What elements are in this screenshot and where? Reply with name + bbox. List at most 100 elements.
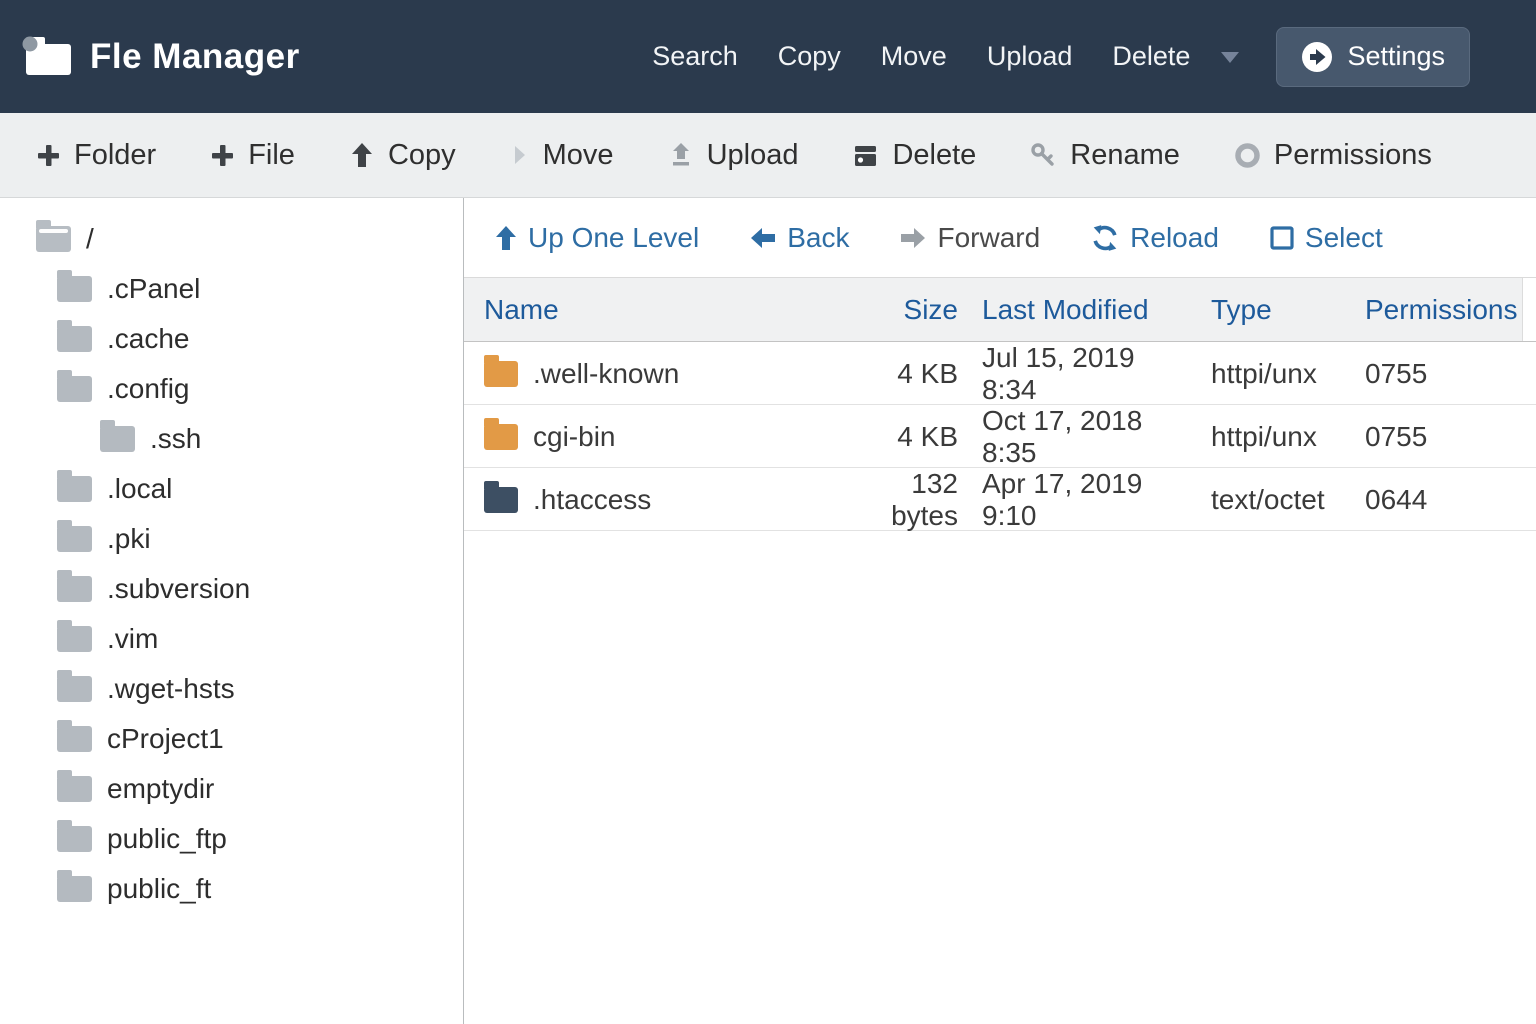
table-row[interactable]: .htaccess 132 bytes Apr 17, 2019 9:10 te… bbox=[464, 468, 1536, 531]
sidebar-item-public-ft[interactable]: public_ft bbox=[0, 864, 463, 914]
sidebar-item-cpanel[interactable]: .cPanel bbox=[0, 264, 463, 314]
reload-button[interactable]: Reload bbox=[1090, 222, 1219, 254]
file-name: cgi-bin bbox=[533, 421, 615, 453]
nav-label: Reload bbox=[1130, 222, 1219, 254]
file-permissions: 0755 bbox=[1365, 358, 1536, 390]
plus-icon bbox=[210, 143, 235, 168]
folder-dark-icon bbox=[484, 487, 518, 513]
arrow-left-icon bbox=[749, 226, 777, 250]
ring-icon bbox=[1234, 142, 1261, 169]
plus-icon bbox=[36, 143, 61, 168]
settings-button[interactable]: Settings bbox=[1276, 27, 1470, 87]
sidebar-item-pki[interactable]: .pki bbox=[0, 514, 463, 564]
file-modified: Apr 17, 2019 9:10 bbox=[982, 468, 1187, 532]
sidebar-item-emptydir[interactable]: emptydir bbox=[0, 764, 463, 814]
folder-icon bbox=[100, 426, 135, 452]
app-logo: Fle Manager bbox=[22, 35, 300, 79]
tree-item-label: .cPanel bbox=[107, 273, 200, 305]
toolbar-move[interactable]: Move bbox=[510, 139, 614, 172]
sidebar-item-subversion[interactable]: .subversion bbox=[0, 564, 463, 614]
menu-delete[interactable]: Delete bbox=[1112, 41, 1190, 72]
up-one-level-button[interactable]: Up One Level bbox=[494, 222, 699, 254]
back-button[interactable]: Back bbox=[749, 222, 849, 254]
file-table: Name Size Last Modified Type Permissions… bbox=[464, 277, 1536, 1024]
key-icon bbox=[1030, 142, 1057, 169]
column-header-type[interactable]: Type bbox=[1211, 294, 1341, 326]
app-title: Fle Manager bbox=[90, 37, 300, 77]
sidebar-item-local[interactable]: .local bbox=[0, 464, 463, 514]
file-size: 132 bytes bbox=[868, 468, 958, 532]
toolbar-upload[interactable]: Upload bbox=[668, 139, 799, 172]
toolbar-new-folder[interactable]: Folder bbox=[36, 139, 156, 172]
file-type: httpi/unx bbox=[1211, 358, 1341, 390]
folder-icon bbox=[57, 776, 92, 802]
tree-item-label: .wget-hsts bbox=[107, 673, 235, 705]
forward-button[interactable]: Forward bbox=[899, 222, 1040, 254]
tree-item-label: .vim bbox=[107, 623, 158, 655]
folder-icon bbox=[57, 326, 92, 352]
toolbar-copy[interactable]: Copy bbox=[349, 139, 456, 172]
folder-icon bbox=[57, 676, 92, 702]
column-header-name[interactable]: Name bbox=[484, 294, 844, 326]
folder-icon bbox=[57, 826, 92, 852]
toolbar-label: Folder bbox=[74, 139, 156, 172]
refresh-icon bbox=[1090, 223, 1120, 253]
sidebar-item-config[interactable]: .config bbox=[0, 364, 463, 414]
sidebar-item-root[interactable]: / bbox=[0, 214, 463, 264]
arrow-up-icon bbox=[349, 141, 375, 169]
menu-move[interactable]: Move bbox=[881, 41, 947, 72]
toolbar-rename[interactable]: Rename bbox=[1030, 139, 1180, 172]
toolbar-label: File bbox=[248, 139, 295, 172]
folder-icon bbox=[57, 376, 92, 402]
folder-tree-sidebar: / .cPanel .cache .config .ssh .local .pk… bbox=[0, 198, 464, 1024]
table-row[interactable]: cgi-bin 4 KB Oct 17, 2018 8:35 httpi/unx… bbox=[464, 405, 1536, 468]
file-manager-logo-icon bbox=[22, 35, 74, 79]
toolbar-permissions[interactable]: Permissions bbox=[1234, 139, 1432, 172]
select-button[interactable]: Select bbox=[1269, 222, 1383, 254]
sidebar-item-cproject1[interactable]: cProject1 bbox=[0, 714, 463, 764]
menu-upload[interactable]: Upload bbox=[987, 41, 1073, 72]
arrow-up-icon bbox=[494, 224, 518, 252]
nav-label: Select bbox=[1305, 222, 1383, 254]
settings-icon bbox=[1301, 41, 1333, 73]
file-name: .well-known bbox=[533, 358, 679, 390]
tree-item-label: .subversion bbox=[107, 573, 250, 605]
chevron-right-icon bbox=[510, 141, 530, 169]
sidebar-item-ssh[interactable]: .ssh bbox=[0, 414, 463, 464]
tree-item-label: / bbox=[86, 223, 94, 255]
file-size: 4 KB bbox=[868, 358, 958, 390]
sidebar-item-public-ftp[interactable]: public_ftp bbox=[0, 814, 463, 864]
settings-label: Settings bbox=[1347, 41, 1445, 72]
tree-item-label: emptydir bbox=[107, 773, 214, 805]
menu-search[interactable]: Search bbox=[652, 41, 738, 72]
file-permissions: 0755 bbox=[1365, 421, 1536, 453]
folder-icon bbox=[57, 526, 92, 552]
toolbar-new-file[interactable]: File bbox=[210, 139, 295, 172]
sidebar-item-cache[interactable]: .cache bbox=[0, 314, 463, 364]
column-header-size[interactable]: Size bbox=[868, 294, 958, 326]
folder-orange-icon bbox=[484, 424, 518, 450]
column-header-permissions[interactable]: Permissions bbox=[1365, 294, 1536, 326]
file-name: .htaccess bbox=[533, 484, 651, 516]
sidebar-item-wget-hsts[interactable]: .wget-hsts bbox=[0, 664, 463, 714]
tree-item-label: .local bbox=[107, 473, 172, 505]
nav-label: Back bbox=[787, 222, 849, 254]
column-header-last-modified[interactable]: Last Modified bbox=[982, 294, 1187, 326]
toolbar-delete[interactable]: Delete bbox=[852, 139, 976, 172]
arrow-right-icon bbox=[899, 226, 927, 250]
sidebar-item-vim[interactable]: .vim bbox=[0, 614, 463, 664]
upload-icon bbox=[668, 141, 694, 169]
menu-copy[interactable]: Copy bbox=[778, 41, 841, 72]
chevron-down-icon[interactable] bbox=[1218, 48, 1242, 66]
toolbar-label: Move bbox=[543, 139, 614, 172]
table-row[interactable]: .well-known 4 KB Jul 15, 2019 8:34 httpi… bbox=[464, 342, 1536, 405]
tree-item-label: .pki bbox=[107, 523, 151, 555]
file-type: httpi/unx bbox=[1211, 421, 1341, 453]
nav-label: Up One Level bbox=[528, 222, 699, 254]
folder-icon bbox=[57, 276, 92, 302]
file-modified: Jul 15, 2019 8:34 bbox=[982, 342, 1187, 406]
tree-item-label: .ssh bbox=[150, 423, 201, 455]
tree-item-label: public_ft bbox=[107, 873, 211, 905]
tree-item-label: .cache bbox=[107, 323, 190, 355]
trash-icon bbox=[852, 142, 879, 169]
